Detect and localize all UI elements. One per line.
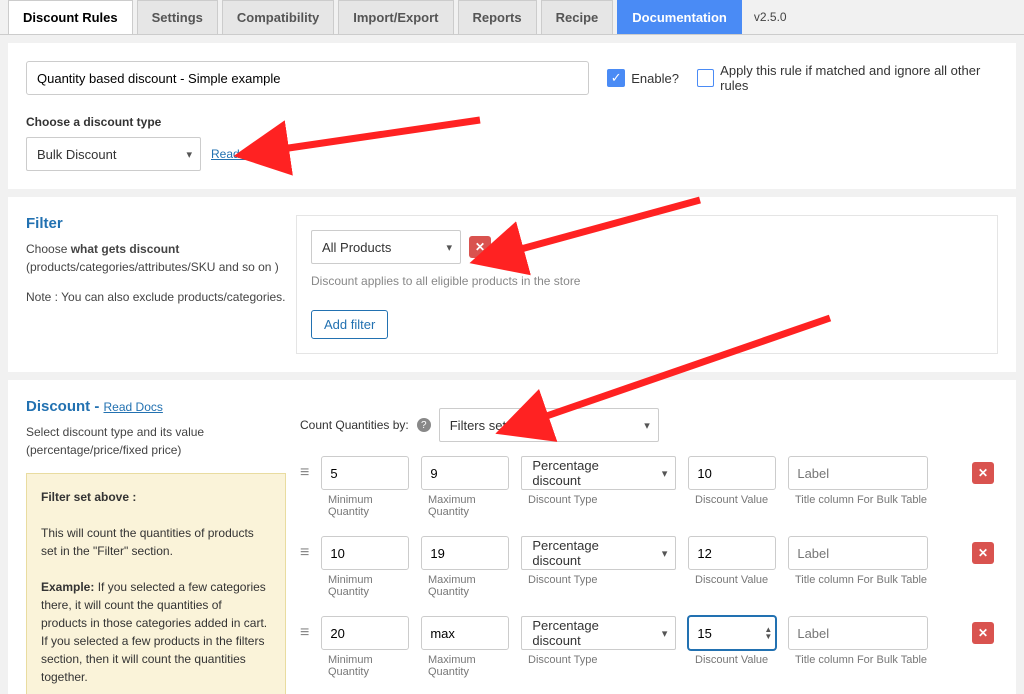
tier-type-select[interactable]: Percentage discount▾ (521, 536, 676, 570)
drag-handle-icon[interactable]: ≡ (300, 544, 309, 562)
enable-label: Enable? (631, 71, 679, 86)
filter-title: Filter (26, 215, 286, 232)
max-qty-input[interactable] (421, 456, 509, 490)
label-input[interactable] (788, 616, 928, 650)
rule-name-input[interactable] (26, 61, 589, 95)
add-filter-button[interactable]: Add filter (311, 310, 388, 339)
ignore-label: Apply this rule if matched and ignore al… (720, 63, 998, 93)
value-input[interactable] (688, 616, 776, 650)
drag-handle-icon[interactable]: ≡ (300, 624, 309, 642)
discount-read-docs[interactable]: Read Docs (104, 400, 163, 414)
top-panel: ✓ Enable? Apply this rule if matched and… (8, 43, 1016, 189)
tab-recipe[interactable]: Recipe (541, 0, 614, 34)
discount-desc: Select discount type and its value (perc… (26, 423, 286, 459)
tier-type-select[interactable]: Percentage discount▾ (521, 616, 676, 650)
value-input[interactable] (688, 536, 776, 570)
tab-reports[interactable]: Reports (458, 0, 537, 34)
tab-compatibility[interactable]: Compatibility (222, 0, 334, 34)
tab-documentation[interactable]: Documentation (617, 0, 742, 34)
max-qty-input[interactable] (421, 536, 509, 570)
value-input[interactable] (688, 456, 776, 490)
filter-note: Note : You can also exclude products/cat… (26, 288, 286, 306)
chevron-down-icon: ▾ (644, 419, 650, 432)
chevron-down-icon: ▾ (662, 547, 668, 560)
choose-type-label: Choose a discount type (26, 115, 998, 129)
remove-filter-button[interactable]: ✕ (469, 236, 491, 258)
checkbox-empty-icon (697, 69, 714, 87)
tier-row: ≡ Percentage discount▾ ✕ (300, 456, 994, 490)
chevron-down-icon: ▾ (186, 148, 192, 161)
tab-row: Discount Rules Settings Compatibility Im… (0, 0, 1024, 35)
chevron-down-icon: ▾ (662, 467, 668, 480)
stepper-icon[interactable]: ▲▼ (764, 626, 772, 640)
tab-settings[interactable]: Settings (137, 0, 218, 34)
tier-row: ≡ Percentage discount▾ ✕ (300, 536, 994, 570)
filter-select[interactable]: All Products ▾ (311, 230, 461, 264)
min-qty-input[interactable] (321, 536, 409, 570)
checkbox-checked-icon: ✓ (607, 69, 625, 87)
remove-tier-button[interactable]: ✕ (972, 542, 994, 564)
min-qty-input[interactable] (321, 616, 409, 650)
read-docs-link[interactable]: Read Docs (211, 147, 270, 161)
remove-tier-button[interactable]: ✕ (972, 462, 994, 484)
tier-row: ≡ Percentage discount▾ ▲▼ ✕ (300, 616, 994, 650)
version-label: v2.5.0 (754, 10, 787, 24)
discount-title: Discount - Read Docs (26, 398, 286, 415)
drag-handle-icon[interactable]: ≡ (300, 464, 309, 482)
max-qty-input[interactable] (421, 616, 509, 650)
filter-applies-text: Discount applies to all eligible product… (311, 274, 983, 288)
label-input[interactable] (788, 536, 928, 570)
help-icon[interactable]: ? (417, 418, 431, 432)
enable-checkbox[interactable]: ✓ Enable? (607, 69, 679, 87)
filter-section: Filter Choose what gets discount (produc… (8, 197, 1016, 372)
discount-type-select[interactable]: Bulk Discount ▾ (26, 137, 201, 171)
tier-type-select[interactable]: Percentage discount▾ (521, 456, 676, 490)
remove-tier-button[interactable]: ✕ (972, 622, 994, 644)
tab-import-export[interactable]: Import/Export (338, 0, 453, 34)
count-select[interactable]: Filters set above ▾ (439, 408, 659, 442)
label-input[interactable] (788, 456, 928, 490)
info-box: Filter set above : This will count the q… (26, 473, 286, 694)
chevron-down-icon: ▾ (662, 627, 668, 640)
count-label: Count Quantities by: (300, 418, 409, 432)
min-qty-input[interactable] (321, 456, 409, 490)
ignore-checkbox[interactable]: Apply this rule if matched and ignore al… (697, 63, 998, 93)
discount-section: Discount - Read Docs Select discount typ… (8, 380, 1016, 694)
tab-discount-rules[interactable]: Discount Rules (8, 0, 133, 34)
chevron-down-icon: ▾ (446, 241, 452, 254)
